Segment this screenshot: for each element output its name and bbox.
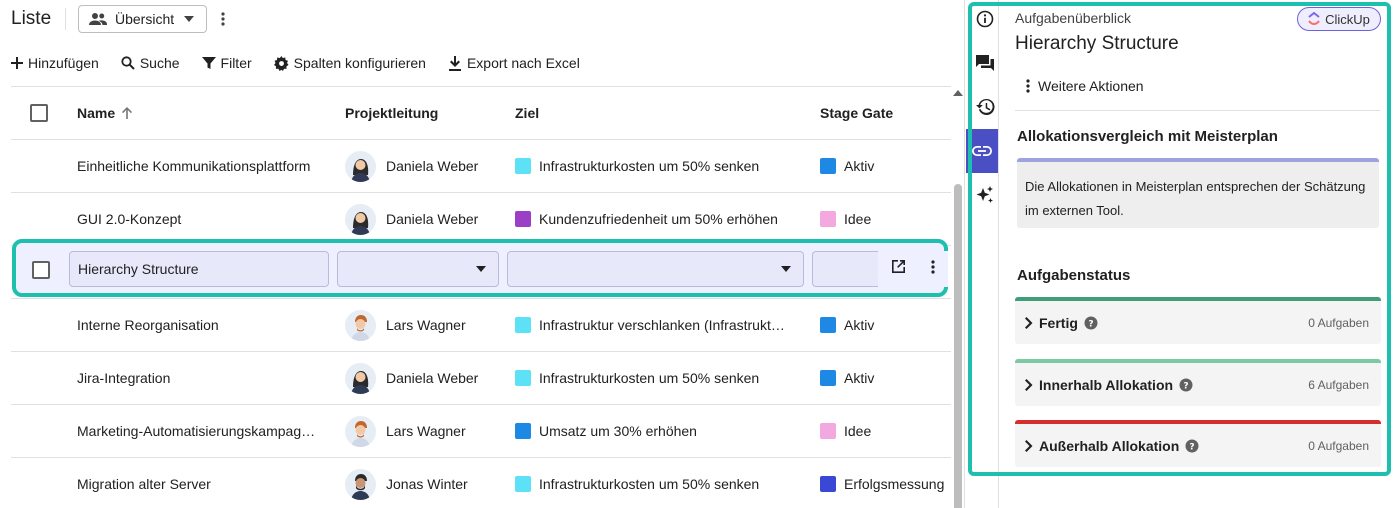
download-icon — [448, 55, 461, 71]
row-name: GUI 2.0-Konzept — [77, 211, 182, 227]
row-checkbox[interactable] — [32, 261, 50, 279]
project-table: Name Projektleitung Ziel Stage Gate Einh… — [11, 86, 951, 508]
avatar — [345, 415, 376, 447]
goal-color-swatch — [515, 158, 531, 174]
row-goal: Kundenzufriedenheit um 50% erhöhen — [539, 211, 778, 227]
search-label: Suche — [139, 55, 180, 71]
row-goal: Infrastrukturkosten um 50% senken — [539, 370, 760, 386]
stage-color-swatch — [820, 211, 836, 227]
search-button[interactable]: Suche — [121, 55, 180, 71]
table-row[interactable]: Einheitliche Kommunikationsplattform Dan… — [11, 140, 951, 193]
export-excel-button[interactable]: Export nach Excel — [448, 55, 580, 71]
avatar — [345, 362, 376, 394]
row-stage: Idee — [844, 423, 872, 439]
filter-icon — [201, 57, 216, 69]
sort-ascending-icon — [121, 107, 133, 119]
row-name: Migration alter Server — [77, 476, 211, 492]
name-field[interactable]: Hierarchy Structure — [69, 251, 329, 287]
row-goal: Infrastruktur verschlanken (Infrastrukt… — [539, 317, 785, 333]
row-lead: Lars Wagner — [386, 423, 466, 439]
stage-color-swatch — [820, 423, 836, 439]
avatar — [345, 150, 376, 182]
table-scrollbar[interactable] — [951, 86, 965, 508]
caret-down-icon — [781, 266, 791, 272]
caret-down-icon — [184, 16, 195, 22]
avatar — [345, 468, 376, 500]
row-lead: Daniela Weber — [386, 370, 479, 386]
row-more-icon[interactable] — [931, 259, 935, 279]
row-stage: Idee — [844, 211, 872, 227]
row-goal: Infrastrukturkosten um 50% senken — [539, 476, 760, 492]
column-header-goal[interactable]: Ziel — [515, 87, 800, 139]
row-actions — [878, 251, 948, 287]
row-stage: Erfolgsmessung — [844, 476, 945, 492]
caret-down-icon — [476, 266, 486, 272]
view-select[interactable]: Übersicht — [78, 5, 207, 33]
stage-color-swatch — [820, 370, 836, 386]
stage-select[interactable] — [812, 251, 880, 287]
goal-color-swatch — [515, 317, 531, 333]
editing-row[interactable]: Hierarchy Structure — [12, 239, 948, 297]
row-name: Marketing-Automatisierungskampag… — [77, 423, 316, 439]
goal-color-swatch — [515, 370, 531, 386]
row-stage: Aktiv — [844, 370, 875, 386]
table-row[interactable]: Interne Reorganisation Lars Wagner Infra… — [11, 299, 951, 352]
stage-color-swatch — [820, 158, 836, 174]
stage-color-swatch — [820, 476, 836, 492]
column-header-stage[interactable]: Stage Gate — [820, 87, 955, 139]
row-lead: Jonas Winter — [386, 476, 468, 492]
open-in-new-icon[interactable] — [891, 259, 906, 279]
avatar — [345, 203, 376, 235]
table-header-row: Name Projektleitung Ziel Stage Gate — [11, 87, 951, 140]
row-lead: Lars Wagner — [386, 317, 466, 333]
column-header-name[interactable]: Name — [77, 87, 327, 139]
column-header-lead[interactable]: Projektleitung — [345, 87, 505, 139]
panel-highlight-frame — [968, 2, 1391, 476]
row-name: Einheitliche Kommunikationsplattform — [77, 158, 311, 174]
goal-color-swatch — [515, 423, 531, 439]
gear-icon — [273, 55, 289, 71]
row-stage: Aktiv — [844, 317, 875, 333]
divider — [65, 8, 66, 30]
configure-columns-button[interactable]: Spalten konfigurieren — [273, 55, 426, 71]
row-goal: Umsatz um 30% erhöhen — [539, 423, 697, 439]
avatar — [345, 309, 376, 341]
scroll-up-arrow-icon[interactable] — [953, 90, 963, 96]
plus-icon — [11, 57, 23, 69]
table-row[interactable]: Migration alter Server Jonas Winter Infr… — [11, 458, 951, 508]
row-name: Interne Reorganisation — [77, 317, 219, 333]
export-excel-label: Export nach Excel — [466, 55, 580, 71]
stage-color-swatch — [820, 317, 836, 333]
people-icon — [89, 13, 107, 25]
table-row[interactable]: Jira-Integration Daniela Weber Infrastru… — [11, 352, 951, 405]
table-row[interactable]: Marketing-Automatisierungskampag… Lars W… — [11, 405, 951, 458]
configure-columns-label: Spalten konfigurieren — [293, 55, 426, 71]
lead-select[interactable] — [337, 251, 499, 287]
add-button[interactable]: Hinzufügen — [11, 55, 99, 71]
goal-select[interactable] — [507, 251, 804, 287]
row-stage: Aktiv — [844, 158, 875, 174]
row-lead: Daniela Weber — [386, 211, 479, 227]
top-bar: Liste Übersicht — [0, 0, 960, 40]
filter-label: Filter — [220, 55, 252, 71]
panel-divider — [964, 0, 965, 508]
select-all-checkbox[interactable] — [30, 104, 48, 122]
row-goal: Infrastrukturkosten um 50% senken — [539, 158, 760, 174]
row-lead: Daniela Weber — [386, 158, 479, 174]
goal-color-swatch — [515, 476, 531, 492]
page-title: Liste — [11, 8, 52, 29]
add-label: Hinzufügen — [28, 55, 99, 71]
view-select-label: Übersicht — [115, 11, 175, 27]
filter-button[interactable]: Filter — [201, 55, 252, 71]
toolbar: Hinzufügen Suche Filter Spalten konfigur… — [11, 50, 602, 76]
row-name: Jira-Integration — [77, 370, 171, 386]
search-icon — [121, 56, 135, 70]
goal-color-swatch — [515, 211, 531, 227]
more-options-icon[interactable] — [215, 9, 231, 29]
scrollbar-thumb[interactable] — [954, 184, 962, 508]
